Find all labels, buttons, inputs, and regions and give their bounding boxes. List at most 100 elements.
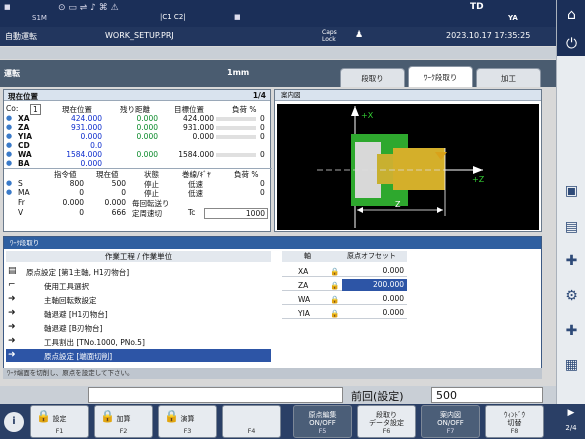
offset-value[interactable]: 200.000 — [342, 279, 407, 291]
guide-panel: 案内図 +X +Z Z — [274, 89, 542, 232]
x-axis-label: +X — [361, 111, 374, 120]
axis-load: 0 — [260, 150, 265, 159]
step-item[interactable]: ➜ 軸退避 [B刃物台] — [6, 321, 271, 334]
step-label: 軸退避 [H1刃物台] — [44, 310, 108, 319]
axis-current: 424.000 — [70, 114, 102, 123]
arrow-right-icon: ➜ — [8, 336, 16, 346]
axis-current: 0.0 — [90, 141, 102, 150]
spindle-name: S — [18, 179, 23, 188]
offset-value[interactable]: 0.000 — [342, 293, 407, 305]
arrow-right-icon: ➜ — [8, 294, 16, 304]
function-key-f7[interactable]: 案内図 ON/OFF F7 — [421, 405, 480, 438]
message-line: ﾜｰｸ端面を切削し、原点を設定して下さい。 — [3, 368, 542, 379]
function-key-f6[interactable]: 段取り データ設定 F6 — [357, 405, 416, 438]
step-item[interactable]: ➜ 軸退避 [H1刃物台] — [6, 307, 271, 320]
function-key-label: 演算 — [180, 415, 195, 423]
load-bar — [216, 117, 256, 121]
lock-icon: 🔒 — [330, 309, 340, 318]
plus-icon[interactable]: ✚ — [559, 320, 584, 342]
input-left-field[interactable] — [88, 387, 343, 403]
load-bar — [216, 135, 256, 139]
position-panel-header: 現在位置 1/4 — [4, 90, 270, 101]
offset-row[interactable]: YIA 🔒 0.000 — [282, 307, 407, 319]
input-bar: 前回(設定) 500 — [0, 386, 556, 404]
step-item[interactable]: ⌐ 使用工具選択 — [6, 279, 271, 292]
axis-name: BA — [18, 159, 30, 168]
tab-setup[interactable]: 段取り — [340, 68, 405, 87]
display-icon[interactable]: ▤ — [559, 216, 584, 238]
status-icons-row: ⊙ ▭ ⇌ ♪ ⌘ ⚠ — [58, 3, 119, 13]
input-value-field[interactable]: 500 — [431, 387, 543, 403]
document-icon[interactable]: ▦ — [559, 354, 584, 376]
next-page-button[interactable]: ▶ — [560, 408, 582, 418]
status-bar: ■ S1M ⊙ ▭ ⇌ ♪ ⌘ ⚠ |C1 C2| ■ TD YA — [0, 0, 556, 27]
spindle-dot-icon: ● — [6, 188, 13, 196]
status-s1m: S1M — [32, 14, 47, 22]
offset-value[interactable]: 0.000 — [342, 265, 407, 277]
guide-title: 案内図 — [275, 90, 541, 101]
spindle-cmd: 800 — [69, 179, 84, 188]
caps-lock-indicator: Caps Lock — [322, 29, 337, 43]
spindle-dot-icon: ● — [6, 179, 13, 187]
axis-load: 0 — [260, 114, 265, 123]
axis-dot-icon: ● — [6, 132, 13, 140]
function-key-f4[interactable]: F4 — [222, 405, 281, 438]
step-label: 使用工具選択 — [44, 282, 89, 291]
z-axis-label: +Z — [472, 175, 485, 184]
status-ya: YA — [508, 14, 518, 22]
function-key-f8[interactable]: ｳｨﾝﾄﾞｳ 切替 F8 — [485, 405, 544, 438]
work-setup-title: ﾜｰｸ段取り — [4, 237, 541, 249]
mode-label: 自動運転 — [5, 32, 37, 41]
function-key-label: 加算 — [116, 415, 131, 423]
offset-row[interactable]: ZA 🔒 200.000 — [282, 279, 407, 291]
function-key-f2[interactable]: 🔒 加算 F2 — [94, 405, 153, 438]
tab-work-setup[interactable]: ﾜｰｸ段取り — [408, 66, 473, 87]
function-key-f3[interactable]: 🔒 演算 F3 — [158, 405, 217, 438]
function-key-f5[interactable]: 原点編集 ON/OFF F5 — [293, 405, 352, 438]
axis-dot-icon: ● — [6, 123, 13, 131]
function-key-number: F3 — [183, 427, 192, 435]
arrow-right-icon: ➜ — [8, 350, 16, 360]
function-key-number: F2 — [119, 427, 128, 435]
tc-value[interactable]: 1000 — [204, 208, 268, 219]
lock-icon: 🔒 — [330, 281, 340, 290]
axis-load: 0 — [260, 123, 265, 132]
window-icon[interactable]: ▣ — [559, 180, 584, 202]
tab-machining[interactable]: 加工 — [476, 68, 541, 87]
step-item[interactable]: ▤ 原点設定 [第1主軸, H1刃物台] — [6, 265, 271, 278]
status-td: TD — [470, 2, 484, 12]
spindle-name: MA — [18, 188, 30, 197]
function-key-label: ｳｨﾝﾄﾞｳ 切替 — [504, 411, 525, 427]
step-item[interactable]: ➜ 主軸回転数設定 — [6, 293, 271, 306]
power-icon[interactable]: ⏻ — [559, 33, 584, 55]
step-list-header: 作業工程 / 作業単位 — [6, 251, 271, 262]
axis-dot-icon: ● — [6, 114, 13, 122]
axis-name: ZA — [18, 123, 30, 132]
axis-row: ● WA 1584.000 0.000 1584.000 0 — [4, 150, 272, 159]
position-panel: 現在位置 1/4 Co: 1 現在位置 残り距離 目標位置 負荷 % ● XA 42… — [3, 89, 272, 232]
setup-icon: ▤ — [8, 266, 17, 276]
step-item[interactable]: ➜ 原点設定 [端面切削] — [6, 349, 271, 362]
function-key-f1[interactable]: 🔒 設定 F1 — [30, 405, 89, 438]
axis-row: ● YIA 0.000 0.000 0.000 0 — [4, 132, 272, 141]
axis-dot-icon: ● — [6, 150, 13, 158]
offset-row[interactable]: WA 🔒 0.000 — [282, 293, 407, 305]
axis-current: 1584.000 — [66, 150, 102, 159]
info-icon[interactable]: i — [4, 412, 24, 432]
feed-cur: 0.000 — [104, 198, 126, 207]
lathe-diagram: +X +Z Z — [317, 106, 485, 228]
axis-current: 0.000 — [80, 132, 102, 141]
operation-bar: 運転 1mm 段取り ﾜｰｸ段取り 加工 — [0, 60, 556, 87]
arrow-right-icon: ➜ — [8, 322, 16, 332]
step-item[interactable]: ➜ 工具割出 [TNo.1000, PNo.5] — [6, 335, 271, 348]
puzzle-icon[interactable]: ✚ — [559, 250, 584, 272]
gear-icon[interactable]: ⚙ — [559, 285, 584, 307]
offset-value[interactable]: 0.000 — [342, 307, 407, 319]
offset-row[interactable]: XA 🔒 0.000 — [282, 265, 407, 277]
axis-name: XA — [18, 114, 30, 123]
position-title: 現在位置 — [8, 92, 38, 101]
program-name: WORK_SETUP.PRJ — [105, 31, 174, 40]
spindle-row: ● S 800 500 停止 低速 0 — [4, 179, 272, 189]
function-key-label: 段取り データ設定 — [369, 411, 404, 427]
home-icon[interactable]: ⌂ — [559, 4, 584, 26]
